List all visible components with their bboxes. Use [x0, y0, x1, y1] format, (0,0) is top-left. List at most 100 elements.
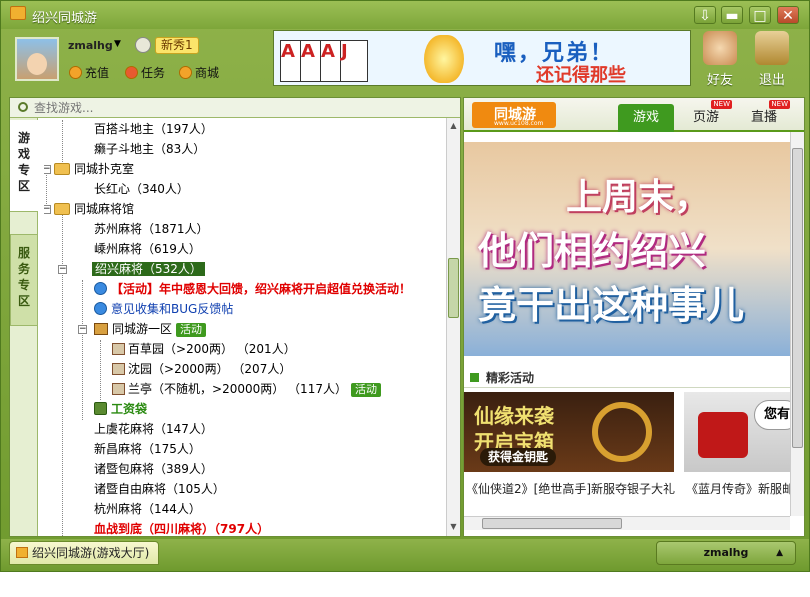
game-tree: 百搭斗地主（197人） 癞子斗地主（83人） − 同城扑克室 长红心（340人）… — [44, 120, 444, 536]
tab-games[interactable]: 游戏 — [618, 104, 674, 132]
tree-room[interactable]: 百草园（>200两） （201人） — [112, 340, 296, 358]
bell-icon[interactable] — [135, 37, 151, 53]
tree-item-hot[interactable]: 血战到底（四川麻将）（797人） — [94, 520, 269, 536]
chevron-up-icon: ▲ — [776, 548, 783, 558]
collapse-icon[interactable]: − — [44, 205, 51, 214]
tree-room[interactable]: 兰亭（不随机，>20000两） （117人） 活动 — [112, 380, 381, 398]
level-badge[interactable]: 新秀1 — [155, 37, 199, 54]
tree-item[interactable]: 诸暨自由麻将（105人） — [94, 480, 225, 498]
news-header: 同城游 www.uc108.com 游戏 页游 NEW 直播 NEW — [464, 98, 804, 132]
username[interactable]: zmalhg — [68, 39, 113, 52]
activity-image[interactable]: 仙缘来袭 开启宝箱 获得金钥匙 — [464, 392, 674, 472]
avatar-face — [27, 53, 47, 75]
tree-item[interactable]: 百搭斗地主（197人） — [94, 120, 213, 138]
user-header: zmalhg ▼ 新秀1 充值 任务 商城 A A A J 嘿，兄弟！ 还记得那… — [1, 29, 809, 93]
news-scrollbar[interactable] — [790, 132, 804, 516]
chevron-down-icon[interactable]: ▼ — [114, 39, 121, 49]
mall-button[interactable]: 商城 — [179, 64, 219, 81]
tree-item-selected[interactable]: 绍兴麻将（532人） — [92, 260, 205, 278]
tree-item-feedback[interactable]: 意见收集和BUG反馈帖 — [94, 300, 233, 318]
title-bar[interactable]: 绍兴同城游 ⇩ ▬ □ ✕ — [1, 1, 809, 29]
activity-link[interactable]: 《仙侠道2》[绝世高手]新服夺银子大礼 — [466, 480, 675, 497]
scroll-thumb[interactable] — [482, 518, 622, 529]
tree-item-wage-bag[interactable]: 工资袋 — [94, 400, 147, 418]
minimize-button[interactable]: ▬ — [721, 6, 743, 24]
user-status-button[interactable]: zmalhg ▲ — [656, 541, 796, 565]
tree-line — [100, 340, 101, 400]
friends-button[interactable]: 好友 — [699, 31, 741, 88]
house-icon — [112, 343, 125, 355]
collapse-icon[interactable]: − — [78, 325, 87, 334]
tree-scrollbar[interactable]: ▲ ▼ — [446, 118, 460, 536]
tree-item[interactable]: 诸暨包麻将（389人） — [94, 460, 213, 478]
coin-icon — [69, 66, 82, 79]
lobby-tab[interactable]: 绍兴同城游(游戏大厅) — [9, 541, 159, 565]
activity-link[interactable]: 《蓝月传奇》新服邮 — [686, 480, 794, 497]
game-list-panel: 游戏专区 服务专区 百搭斗地主（197人） 癞子斗地主（83人） − 同城扑克室… — [9, 97, 461, 537]
tasks-button[interactable]: 任务 — [125, 64, 165, 81]
tree-item[interactable]: 嵊州麻将（619人） — [94, 240, 201, 258]
exit-button[interactable]: 退出 — [751, 31, 793, 88]
skin-button[interactable]: ⇩ — [694, 6, 716, 24]
money-bag-icon — [94, 402, 107, 415]
folder-icon — [54, 163, 70, 175]
scroll-up-icon[interactable]: ▲ — [448, 120, 459, 131]
ad-banner[interactable]: A A A J 嘿，兄弟！ 还记得那些 — [273, 30, 691, 86]
collapse-icon[interactable]: − — [44, 165, 51, 174]
tree-zone[interactable]: 同城游一区 活动 — [94, 320, 207, 338]
cards-image: A A A J — [280, 34, 390, 84]
scroll-thumb[interactable] — [792, 148, 803, 448]
tree-item[interactable]: 杭州麻将（144人） — [94, 500, 201, 518]
tab-services[interactable]: 服务专区 — [10, 234, 38, 326]
bottom-bar: 绍兴同城游(游戏大厅) zmalhg ▲ — [1, 539, 809, 571]
activity-pill: 获得金钥匙 — [480, 448, 557, 466]
scroll-down-icon[interactable]: ▼ — [448, 521, 459, 532]
tree-item[interactable]: 长红心（340人） — [94, 180, 189, 198]
friends-icon — [703, 31, 737, 65]
site-logo[interactable]: 同城游 www.uc108.com — [472, 102, 556, 128]
app-logo-icon — [16, 547, 28, 558]
recharge-button[interactable]: 充值 — [69, 64, 109, 81]
link-icon — [94, 282, 107, 295]
activities-title: 精彩活动 — [486, 371, 535, 385]
scroll-thumb[interactable] — [448, 258, 459, 318]
tree-item-announcement[interactable]: 【活动】年中感恩大回馈，绍兴麻将开启超值兑换活动！ — [94, 280, 411, 298]
close-button[interactable]: ✕ — [777, 6, 799, 24]
news-panel: 同城游 www.uc108.com 游戏 页游 NEW 直播 NEW 上周末， 他们相… — [463, 97, 805, 537]
house-icon — [112, 383, 125, 395]
exit-label: 退出 — [758, 73, 785, 88]
tree-group[interactable]: 同城麻将馆 — [54, 200, 134, 218]
flag-icon — [125, 66, 138, 79]
tree-group[interactable]: 同城扑克室 — [54, 160, 134, 178]
new-badge: NEW — [711, 100, 732, 109]
key-icon — [592, 402, 652, 462]
link-icon — [94, 302, 107, 315]
promo-banner[interactable]: 上周末， 他们相约绍兴 竟干出这种事儿 — [464, 142, 790, 356]
search-bar — [10, 98, 460, 118]
square-bullet-icon — [470, 373, 479, 382]
promo-line-2: 他们相约绍兴 — [478, 229, 707, 273]
folder-icon — [54, 203, 70, 215]
maximize-button[interactable]: □ — [749, 6, 771, 24]
tree-room[interactable]: 沈园（>2000两） （207人） — [112, 360, 291, 378]
activity-image[interactable]: 您有 — [684, 392, 804, 472]
tab-games[interactable]: 游戏专区 — [10, 120, 38, 212]
tree-line — [82, 280, 83, 420]
avatar[interactable] — [15, 37, 59, 81]
search-input[interactable] — [34, 100, 434, 116]
new-badge: NEW — [769, 100, 790, 109]
house-icon — [112, 363, 125, 375]
side-tabs: 游戏专区 服务专区 — [10, 118, 38, 536]
activities-header: 精彩活动 — [464, 366, 790, 388]
card: J — [340, 40, 368, 82]
tree-item[interactable]: 苏州麻将（1871人） — [94, 220, 209, 238]
tab-live[interactable]: 直播 NEW — [736, 100, 792, 132]
tree-item[interactable]: 新昌麻将（175人） — [94, 440, 201, 458]
promo-line-3: 竟干出这种事儿 — [478, 283, 745, 327]
tab-web-games[interactable]: 页游 NEW — [678, 100, 734, 132]
zone-icon — [94, 323, 108, 335]
news-hscrollbar[interactable] — [464, 516, 790, 530]
tree-item[interactable]: 上虞花麻将（147人） — [94, 420, 213, 438]
collapse-icon[interactable]: − — [58, 265, 67, 274]
tree-item[interactable]: 癞子斗地主（83人） — [94, 140, 205, 158]
